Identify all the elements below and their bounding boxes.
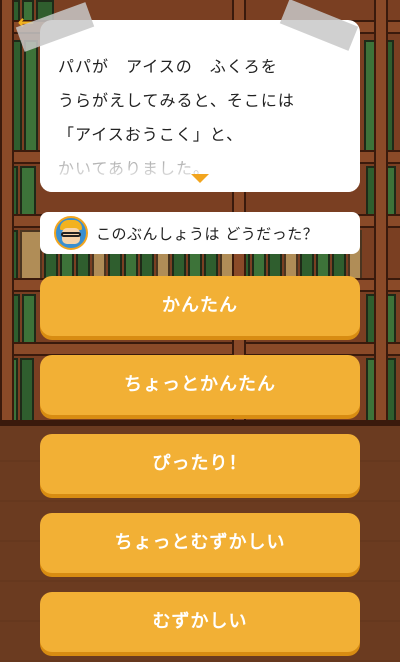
- answer-button-easy[interactable]: かんたん: [40, 276, 360, 336]
- question-text: このぶんしょうは どうだった？: [96, 224, 319, 243]
- answer-button-somewhat-easy[interactable]: ちょっとかんたん: [40, 355, 360, 415]
- answer-button-hard[interactable]: むずかしい: [40, 592, 360, 652]
- character-avatar-icon: [54, 216, 88, 250]
- story-line: 「アイスおうこく」と、: [58, 125, 244, 144]
- story-card[interactable]: パパが アイスの ふくろを うらがえしてみると、そこには 「アイスおうこく」と、…: [40, 20, 360, 192]
- scroll-more-icon[interactable]: [191, 174, 209, 183]
- answer-button-just-right[interactable]: ぴったり！: [40, 434, 360, 494]
- story-line: うらがえしてみると、そこには: [58, 91, 295, 110]
- answer-button-somewhat-hard[interactable]: ちょっとむずかしい: [40, 513, 360, 573]
- answer-list: かんたん ちょっとかんたん ぴったり！ ちょっとむずかしい むずかしい: [40, 276, 360, 662]
- story-line: パパが アイスの ふくろを: [58, 57, 278, 76]
- question-bar: このぶんしょうは どうだった？: [40, 212, 360, 254]
- shelf-post: [0, 0, 14, 420]
- shelf-post: [374, 0, 388, 420]
